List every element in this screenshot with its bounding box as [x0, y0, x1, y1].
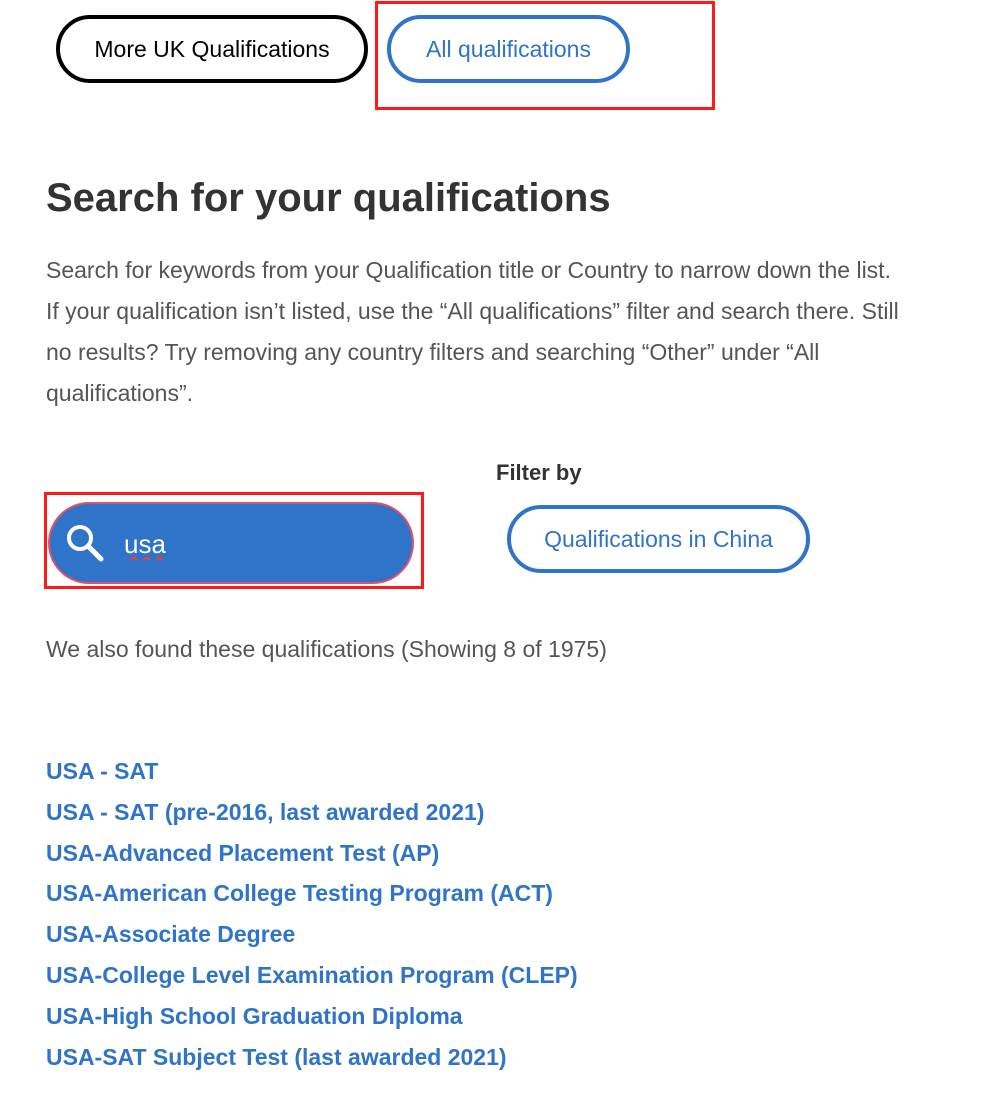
result-link[interactable]: USA-High School Graduation Diploma: [46, 1003, 578, 1044]
result-link[interactable]: USA-Advanced Placement Test (AP): [46, 840, 578, 881]
result-link[interactable]: USA-SAT Subject Test (last awarded 2021): [46, 1044, 578, 1085]
qualifications-in-china-filter-button[interactable]: Qualifications in China: [507, 505, 810, 573]
result-link[interactable]: USA-Associate Degree: [46, 921, 578, 962]
search-input[interactable]: [124, 522, 394, 566]
filter-by-label: Filter by: [496, 460, 582, 485]
results-list: USA - SAT USA - SAT (pre-2016, last awar…: [46, 758, 578, 1084]
result-link[interactable]: USA-College Level Examination Program (C…: [46, 962, 578, 1003]
page-title: Search for your qualifications: [46, 176, 611, 220]
more-uk-qualifications-label: More UK Qualifications: [94, 35, 330, 62]
more-uk-qualifications-button[interactable]: More UK Qualifications: [56, 15, 368, 83]
result-link[interactable]: USA - SAT: [46, 758, 578, 799]
result-link[interactable]: USA-American College Testing Program (AC…: [46, 880, 578, 921]
all-qualifications-label: All qualifications: [426, 35, 591, 62]
all-qualifications-button[interactable]: All qualifications: [387, 15, 630, 83]
search-box[interactable]: [48, 502, 414, 584]
results-summary: We also found these qualifications (Show…: [46, 636, 607, 662]
search-icon: [67, 525, 104, 562]
result-link[interactable]: USA - SAT (pre-2016, last awarded 2021): [46, 799, 578, 840]
intro-text: Search for keywords from your Qualificat…: [46, 257, 899, 406]
qualifications-in-china-label: Qualifications in China: [544, 525, 773, 552]
